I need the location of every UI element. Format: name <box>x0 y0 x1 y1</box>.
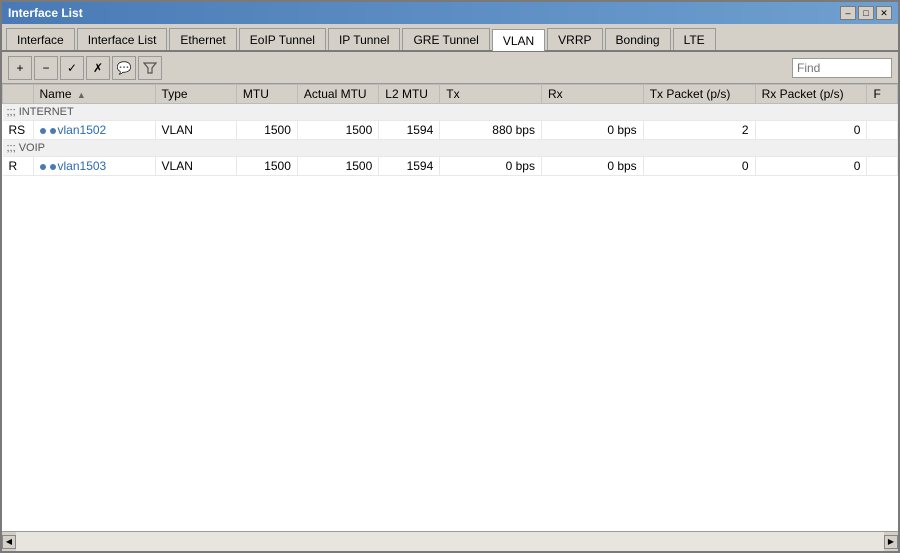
group-label: ;;; VOIP <box>3 140 898 157</box>
minimize-button[interactable]: – <box>840 6 856 20</box>
cell-actual-mtu: 1500 <box>297 121 378 140</box>
tab-lte[interactable]: LTE <box>673 28 716 50</box>
cell-l2-mtu: 1594 <box>379 157 440 176</box>
cell-actual-mtu: 1500 <box>297 157 378 176</box>
cell-tx-packet: 2 <box>643 121 755 140</box>
col-tx[interactable]: Tx <box>440 85 542 104</box>
cell-tx: 0 bps <box>440 157 542 176</box>
cell-flags: R <box>3 157 34 176</box>
tab-bonding[interactable]: Bonding <box>605 28 671 50</box>
tab-ethernet[interactable]: Ethernet <box>169 28 236 50</box>
tab-eoip-tunnel[interactable]: EoIP Tunnel <box>239 28 326 50</box>
cell-f <box>867 121 898 140</box>
cell-rx-packet: 0 <box>755 157 867 176</box>
col-f[interactable]: F <box>867 85 898 104</box>
cell-type: VLAN <box>155 121 236 140</box>
table-row[interactable]: RSvlan1502VLAN150015001594880 bps0 bps20 <box>3 121 898 140</box>
cell-f <box>867 157 898 176</box>
cell-tx-packet: 0 <box>643 157 755 176</box>
col-rx-packet[interactable]: Rx Packet (p/s) <box>755 85 867 104</box>
cell-mtu: 1500 <box>236 121 297 140</box>
remove-button[interactable]: − <box>34 56 58 80</box>
enable-button[interactable]: ✓ <box>60 56 84 80</box>
close-button[interactable]: ✕ <box>876 6 892 20</box>
cell-mtu: 1500 <box>236 157 297 176</box>
interface-name-link[interactable]: vlan1502 <box>58 123 107 137</box>
tab-gre-tunnel[interactable]: GRE Tunnel <box>402 28 489 50</box>
tab-vrrp[interactable]: VRRP <box>547 28 602 50</box>
title-bar-buttons: – □ ✕ <box>840 6 892 20</box>
interface-icon <box>40 161 56 173</box>
col-mtu[interactable]: MTU <box>236 85 297 104</box>
group-row: ;;; INTERNET <box>3 104 898 121</box>
disable-button[interactable]: ✗ <box>86 56 110 80</box>
filter-icon <box>143 61 157 75</box>
table-row[interactable]: Rvlan1503VLAN1500150015940 bps0 bps00 <box>3 157 898 176</box>
cell-l2-mtu: 1594 <box>379 121 440 140</box>
scroll-right-button[interactable]: ▶ <box>884 535 898 549</box>
status-bar: ◀ ▶ <box>2 531 898 551</box>
cell-name[interactable]: vlan1503 <box>33 157 155 176</box>
table-body: ;;; INTERNETRSvlan1502VLAN15001500159488… <box>3 104 898 176</box>
tab-interface-list[interactable]: Interface List <box>77 28 168 50</box>
maximize-button[interactable]: □ <box>858 6 874 20</box>
cell-name[interactable]: vlan1502 <box>33 121 155 140</box>
tabs-bar: Interface Interface List Ethernet EoIP T… <box>2 24 898 52</box>
col-type[interactable]: Type <box>155 85 236 104</box>
filter-button[interactable] <box>138 56 162 80</box>
group-label: ;;; INTERNET <box>3 104 898 121</box>
interface-icon <box>40 125 56 137</box>
toolbar: + − ✓ ✗ 💬 <box>2 52 898 84</box>
cell-type: VLAN <box>155 157 236 176</box>
cell-flags: RS <box>3 121 34 140</box>
col-name[interactable]: Name ▲ <box>33 85 155 104</box>
window-title: Interface List <box>8 6 83 20</box>
cell-rx-packet: 0 <box>755 121 867 140</box>
cell-rx: 0 bps <box>541 121 643 140</box>
tab-ip-tunnel[interactable]: IP Tunnel <box>328 28 400 50</box>
col-flags <box>3 85 34 104</box>
sort-arrow-name: ▲ <box>77 90 86 100</box>
col-rx[interactable]: Rx <box>541 85 643 104</box>
add-button[interactable]: + <box>8 56 32 80</box>
scroll-track[interactable] <box>16 532 884 551</box>
tab-vlan[interactable]: VLAN <box>492 29 545 51</box>
main-window: Interface List – □ ✕ Interface Interface… <box>0 0 900 553</box>
scroll-left-button[interactable]: ◀ <box>2 535 16 549</box>
col-l2-mtu[interactable]: L2 MTU <box>379 85 440 104</box>
table-container: Name ▲ Type MTU Actual MTU L2 MTU Tx Rx … <box>2 84 898 531</box>
tab-interface[interactable]: Interface <box>6 28 75 50</box>
cell-tx: 880 bps <box>440 121 542 140</box>
find-input[interactable] <box>792 58 892 78</box>
table-header-row: Name ▲ Type MTU Actual MTU L2 MTU Tx Rx … <box>3 85 898 104</box>
col-tx-packet[interactable]: Tx Packet (p/s) <box>643 85 755 104</box>
cell-rx: 0 bps <box>541 157 643 176</box>
group-row: ;;; VOIP <box>3 140 898 157</box>
interface-name-link[interactable]: vlan1503 <box>58 159 107 173</box>
col-actual-mtu[interactable]: Actual MTU <box>297 85 378 104</box>
comment-button[interactable]: 💬 <box>112 56 136 80</box>
title-bar: Interface List – □ ✕ <box>2 2 898 24</box>
interface-table: Name ▲ Type MTU Actual MTU L2 MTU Tx Rx … <box>2 84 898 176</box>
